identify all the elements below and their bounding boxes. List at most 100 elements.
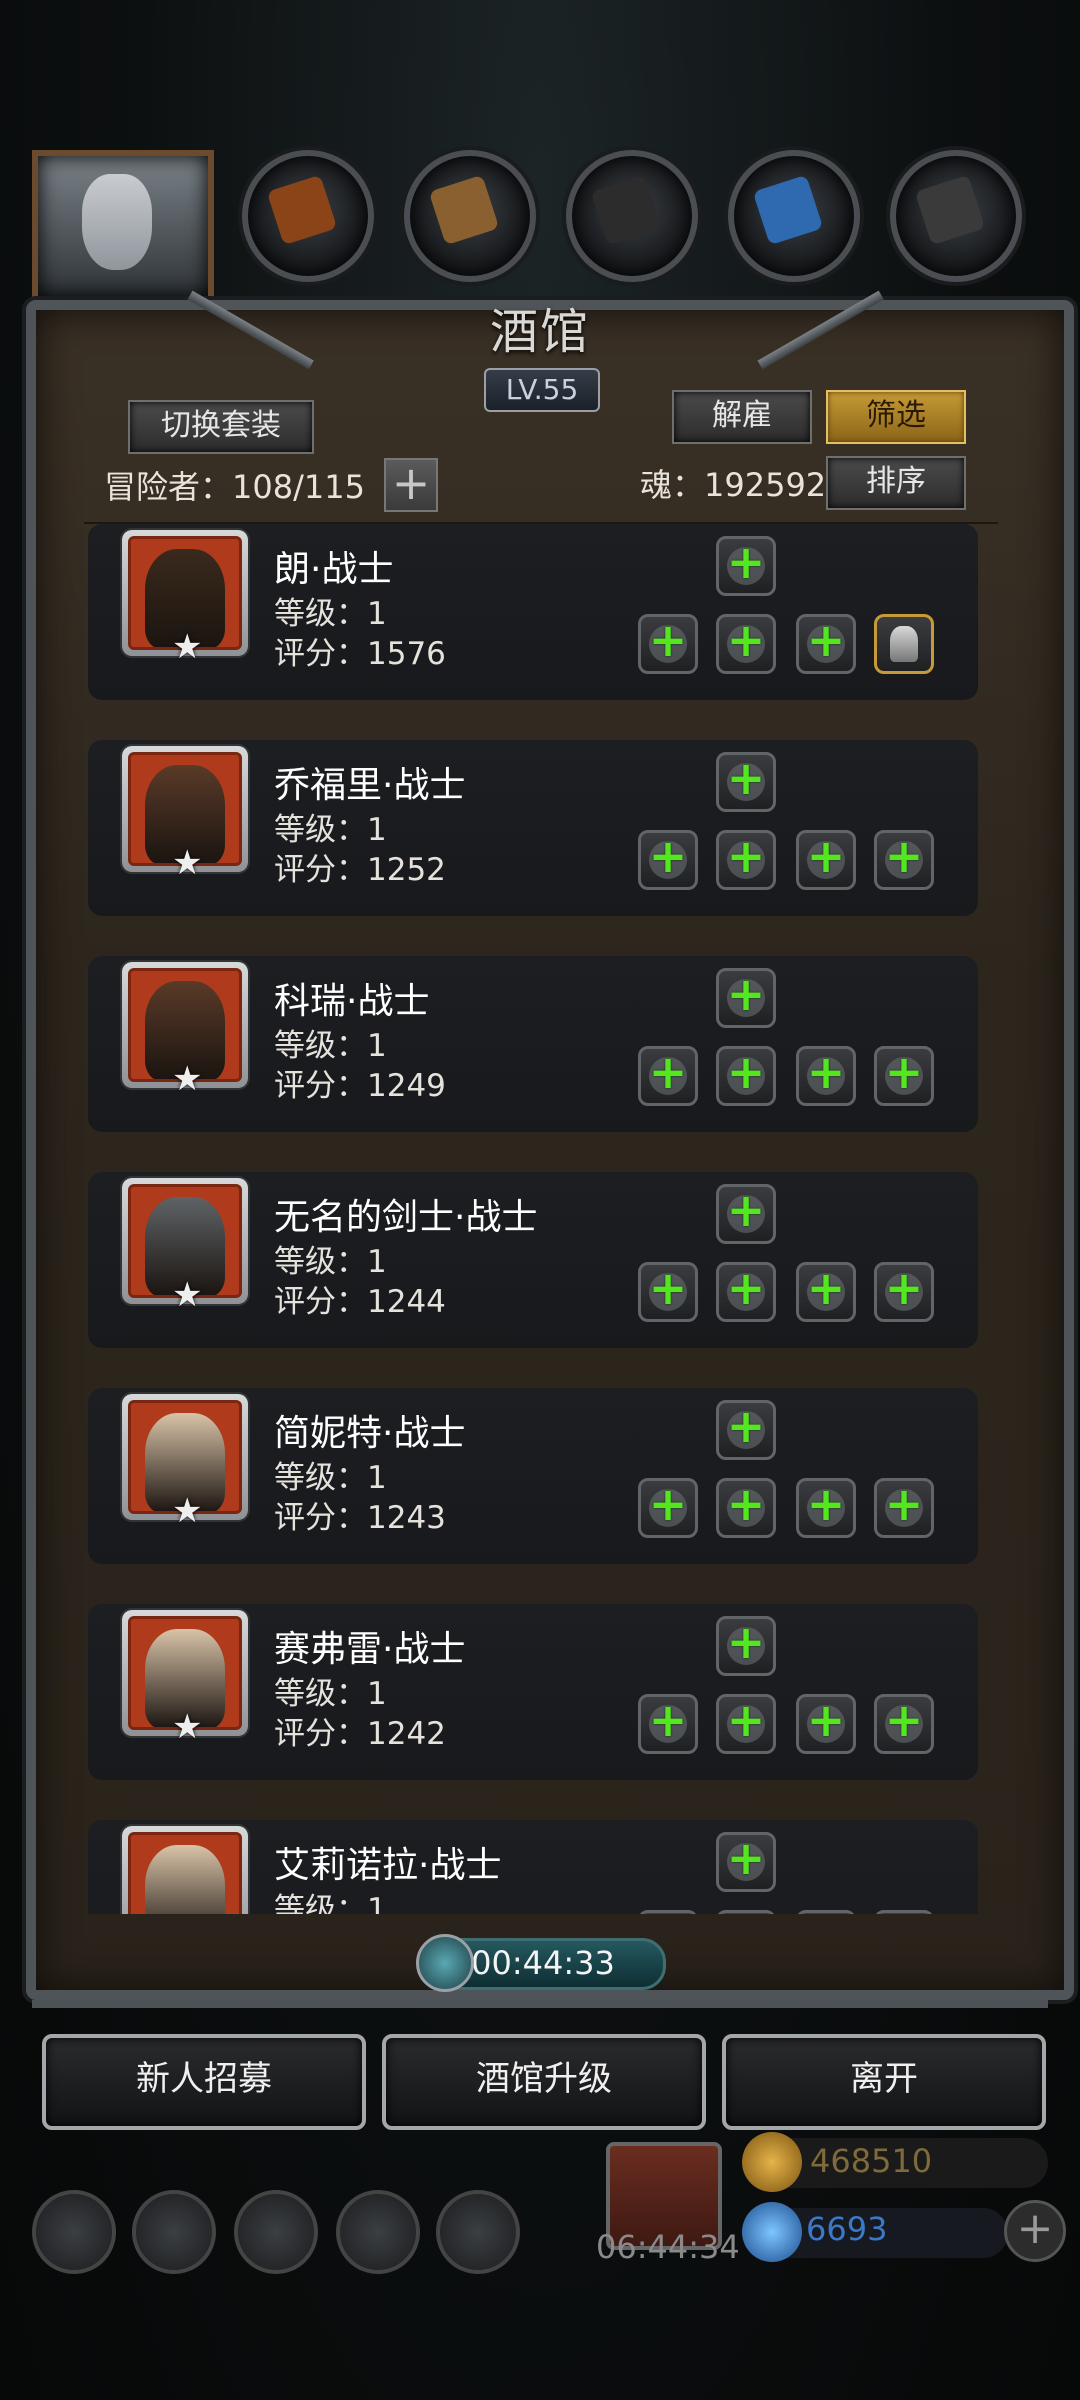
add-gems-button[interactable]: +: [1004, 2200, 1066, 2262]
add-equipment-icon: +: [726, 613, 766, 667]
weapon-slot[interactable]: +: [638, 830, 698, 890]
adventurer-card[interactable]: ★ 科瑞·战士 等级：1 评分：1249 + + + + +: [88, 956, 978, 1132]
adventurer-card[interactable]: ★ 无名的剑士·战士 等级：1 评分：1244 + + + + +: [88, 1172, 978, 1348]
extra-slot[interactable]: +: [874, 1694, 934, 1754]
settings-icon[interactable]: [32, 2190, 116, 2274]
weapon-slot[interactable]: +: [638, 1262, 698, 1322]
add-equipment-icon: +: [726, 967, 766, 1021]
leave-button[interactable]: 离开: [722, 2034, 1046, 2130]
leather-resource-icon[interactable]: [242, 150, 374, 282]
add-equipment-icon: +: [726, 1693, 766, 1747]
weapon-slot[interactable]: +: [638, 614, 698, 674]
armor-slot[interactable]: +: [716, 1694, 776, 1754]
adventurer-portrait[interactable]: ★: [122, 530, 248, 664]
accessory-slot[interactable]: +: [796, 830, 856, 890]
extra-slot[interactable]: +: [874, 1478, 934, 1538]
armor-slot[interactable]: +: [716, 1046, 776, 1106]
rank-star-icon: ★: [172, 1059, 203, 1099]
rank-star-icon: ★: [172, 1491, 203, 1531]
adventurer-level: 等级：1: [274, 1244, 387, 1280]
adventurer-level: 等级：1: [274, 1460, 387, 1496]
accessory-slot[interactable]: +: [796, 1262, 856, 1322]
equipped-helmet-icon: [890, 626, 918, 662]
add-equipment-icon: +: [648, 1477, 688, 1531]
dismiss-button[interactable]: 解雇: [672, 390, 812, 444]
weapon-slot[interactable]: +: [638, 1046, 698, 1106]
mail-icon[interactable]: [336, 2190, 420, 2274]
rank-star-icon: ★: [172, 843, 203, 883]
weapon-slot[interactable]: +: [638, 1478, 698, 1538]
adventurer-name: 朗·战士: [274, 549, 394, 590]
adventurer-portrait[interactable]: ★: [122, 1610, 248, 1744]
adventurer-score: 评分：1244: [274, 1284, 446, 1320]
helmet-slot[interactable]: +: [716, 752, 776, 812]
armor-slot[interactable]: +: [716, 614, 776, 674]
add-equipment-icon: +: [726, 829, 766, 883]
adventurer-portrait[interactable]: ★: [122, 962, 248, 1096]
helmet-slot[interactable]: +: [716, 1400, 776, 1460]
title-plate: 酒馆: [460, 292, 620, 362]
rank-star-icon: ★: [172, 627, 203, 667]
extra-slot[interactable]: +: [874, 830, 934, 890]
add-equipment-icon: +: [648, 1693, 688, 1747]
add-equipment-icon: +: [806, 1045, 846, 1099]
helmet-slot[interactable]: +: [716, 1616, 776, 1676]
gift-timer: 06:44:34: [596, 2228, 740, 2266]
rank-star-icon: ★: [172, 1275, 203, 1315]
steel-resource-icon[interactable]: [890, 150, 1022, 282]
weapon-slot[interactable]: +: [638, 1694, 698, 1754]
adventurer-portrait[interactable]: ★: [122, 1394, 248, 1528]
tavern-level-badge: LV.55: [484, 368, 600, 412]
box-icon[interactable]: [436, 2190, 520, 2274]
add-equipment-icon: +: [884, 1477, 924, 1531]
helmet-slot[interactable]: +: [716, 1832, 776, 1892]
extra-slot[interactable]: +: [874, 1046, 934, 1106]
adventurer-level: 等级：1: [274, 812, 387, 848]
wood-resource-icon[interactable]: [404, 150, 536, 282]
sort-button[interactable]: 排序: [826, 456, 966, 510]
helmet-slot[interactable]: +: [716, 536, 776, 596]
achievement-icon[interactable]: [132, 2190, 216, 2274]
accessory-slot[interactable]: +: [796, 614, 856, 674]
adventurer-card[interactable]: ★ 朗·战士 等级：1 评分：1576 + + + +: [88, 524, 978, 700]
guild-icon[interactable]: [234, 2190, 318, 2274]
adventurer-card[interactable]: ★ 赛弗雷·战士 等级：1 评分：1242 + + + + +: [88, 1604, 978, 1780]
adventurer-card[interactable]: ★ 乔福里·战士 等级：1 评分：1252 + + + + +: [88, 740, 978, 916]
add-equipment-icon: +: [726, 1615, 766, 1669]
gold-coin-icon: [742, 2132, 802, 2192]
helmet-slot[interactable]: +: [716, 1184, 776, 1244]
adventurer-score: 评分：1243: [274, 1500, 446, 1536]
extra-slot[interactable]: [874, 614, 934, 674]
iron-resource-icon[interactable]: [566, 150, 698, 282]
add-equipment-icon: +: [806, 1693, 846, 1747]
armor-slot[interactable]: +: [716, 1262, 776, 1322]
accessory-slot[interactable]: +: [796, 1046, 856, 1106]
extra-slot[interactable]: +: [874, 1262, 934, 1322]
gold-amount: 468510: [810, 2142, 933, 2180]
filter-button[interactable]: 筛选: [826, 390, 966, 444]
switch-outfit-button[interactable]: 切换套装: [128, 400, 314, 454]
player-avatar[interactable]: [32, 150, 214, 302]
armor-slot[interactable]: +: [716, 1478, 776, 1538]
add-equipment-icon: +: [884, 1261, 924, 1315]
adventurer-name: 赛弗雷·战士: [274, 1629, 466, 1670]
adventurer-list[interactable]: ★ 朗·战士 等级：1 评分：1576 + + + + ★ 乔福里·战士 等级：1 评分：1252 + +…: [84, 522, 998, 1914]
add-equipment-icon: +: [806, 1261, 846, 1315]
adventurer-portrait[interactable]: ★: [122, 746, 248, 880]
accessory-slot[interactable]: +: [796, 1694, 856, 1754]
add-equipment-icon: +: [806, 1477, 846, 1531]
adventurer-card[interactable]: ★ 简妮特·战士 等级：1 评分：1243 + + + + +: [88, 1388, 978, 1564]
helmet-slot[interactable]: +: [716, 968, 776, 1028]
adventurer-score: 评分：1249: [274, 1068, 446, 1104]
accessory-slot[interactable]: +: [796, 1478, 856, 1538]
adventurer-portrait[interactable]: ★: [122, 1178, 248, 1312]
armor-slot[interactable]: +: [716, 830, 776, 890]
crystal-resource-icon[interactable]: [728, 150, 860, 282]
recruit-button[interactable]: 新人招募: [42, 2034, 366, 2130]
adventurer-score: 评分：1576: [274, 636, 446, 672]
add-equipment-icon: +: [648, 1045, 688, 1099]
add-equipment-icon: +: [884, 1045, 924, 1099]
expand-capacity-button[interactable]: +: [384, 458, 438, 512]
gem-amount: 6693: [806, 2210, 888, 2248]
upgrade-tavern-button[interactable]: 酒馆升级: [382, 2034, 706, 2130]
